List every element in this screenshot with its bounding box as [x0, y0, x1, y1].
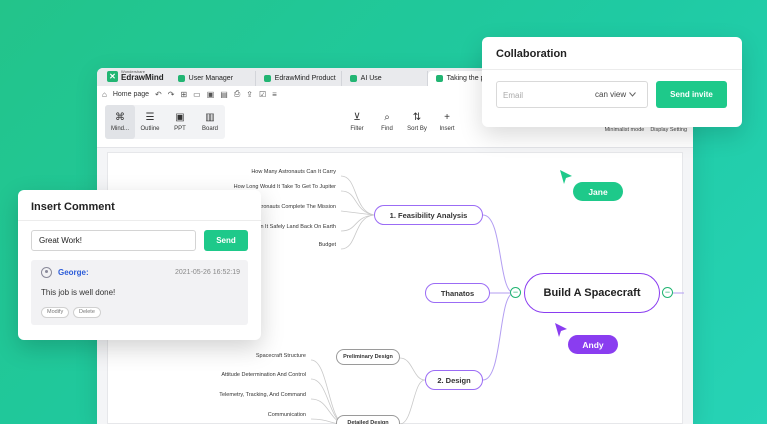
root-node[interactable]: Build A Spacecraft [524, 273, 660, 313]
tab-label: EdrawMind Product [274, 75, 336, 82]
andy-user-tag: Andy [568, 335, 618, 354]
redo-icon[interactable]: ↷ [168, 90, 175, 99]
andy-cursor-icon [555, 323, 567, 337]
collapse-right-icon[interactable]: − [662, 287, 673, 298]
save-as-icon[interactable]: ▤ [220, 90, 228, 99]
leaf-astronauts-carry[interactable]: How Many Astronauts Can It Carry [251, 169, 336, 175]
find-icon: ⌕ [384, 112, 390, 123]
email-input[interactable] [503, 88, 587, 102]
board-icon: ▥ [205, 112, 215, 123]
delete-button[interactable]: Delete [73, 307, 101, 318]
send-comment-button[interactable]: Send [204, 230, 248, 251]
comment-timestamp: 2021-05-26 16:52:19 [175, 269, 240, 276]
view-label: Mind... [110, 126, 129, 132]
leaf-budget[interactable]: Budget [319, 242, 336, 248]
view-label: Outline [140, 126, 160, 132]
leaf-land-back[interactable]: ...n It Safely Land Back On Earth [256, 224, 336, 230]
outline-icon: ☰ [145, 112, 155, 123]
new-icon[interactable]: ⊞ [180, 90, 187, 99]
home-icon[interactable]: ⌂ [102, 90, 107, 99]
edrawmind-logo-icon: ✕ [107, 70, 118, 82]
branch-design[interactable]: 2. Design [425, 370, 483, 390]
comment-text: This job is well done! [41, 288, 116, 297]
branch-feasibility-analysis[interactable]: 1. Feasibility Analysis [374, 205, 483, 225]
brand-name: EdrawMind [121, 73, 164, 82]
divider [482, 69, 742, 70]
view-settings: Minimalist mode Display Setting [605, 127, 687, 133]
save-icon[interactable]: ▣ [207, 90, 215, 99]
leaf-spacecraft-structure[interactable]: Spacecraft Structure [256, 353, 306, 359]
tool-label: Filter [350, 126, 364, 132]
send-invite-button[interactable]: Send invite [656, 81, 727, 108]
insert-button[interactable]: + Insert [432, 105, 462, 139]
tool-label: Find [381, 126, 393, 132]
subnode-preliminary-design[interactable]: Preliminary Design [336, 349, 400, 365]
permission-select[interactable]: can view [595, 90, 637, 99]
tab-label: Taking the p [446, 75, 485, 82]
open-icon[interactable]: ▭ [193, 90, 201, 99]
view-mindmap-button[interactable]: ⌘ Mind... [105, 105, 135, 139]
jane-user-tag: Jane [573, 182, 623, 201]
mindmap-icon: ⌘ [115, 112, 125, 123]
filter-icon: ⊻ [353, 112, 361, 123]
display-setting-link[interactable]: Display Setting [650, 127, 687, 133]
view-label: Board [201, 126, 218, 132]
document-icon [263, 75, 271, 82]
jane-cursor-icon [560, 170, 572, 184]
leaf-telemetry[interactable]: Telemetry, Tracking, And Command [219, 392, 306, 398]
leaf-complete-mission[interactable]: ...Astronauts Complete The Mission [249, 204, 336, 210]
undo-icon[interactable]: ↶ [155, 90, 162, 99]
subnode-detailed-design[interactable]: Detailed Design [336, 415, 400, 424]
comment-author: George: [58, 268, 89, 277]
minimalist-mode-link[interactable]: Minimalist mode [605, 127, 645, 133]
tool-label: Sort By [407, 126, 427, 132]
view-ppt-button[interactable]: ▣ PPT [165, 105, 195, 139]
email-field-wrapper: can view [496, 81, 648, 108]
collaboration-panel: Collaboration can view Send invite [482, 37, 742, 127]
view-switcher: ⌘ Mind... ☰ Outline ▣ PPT ▥ Board [105, 105, 225, 139]
document-icon [435, 75, 443, 82]
check-icon[interactable]: ☑ [259, 90, 266, 99]
branch-thanatos[interactable]: Thanatos [425, 283, 490, 303]
more-icon[interactable]: ≡ [272, 90, 277, 99]
print-icon[interactable]: ⎙ [234, 89, 240, 99]
comment-entry: George: 2021-05-26 16:52:19 This job is … [31, 260, 248, 325]
view-label: PPT [174, 126, 186, 132]
home-page-link[interactable]: Home page [113, 91, 149, 98]
app-logo: ✕ Wondershare EdrawMind [101, 68, 170, 86]
comment-title: Insert Comment [31, 201, 115, 213]
leaf-attitude-control[interactable]: Attitude Determination And Control [221, 372, 306, 378]
view-board-button[interactable]: ▥ Board [195, 105, 225, 139]
sort-by-button[interactable]: ⇅ Sort By [402, 105, 432, 139]
tab-edrawmind-product[interactable]: EdrawMind Product [256, 71, 342, 86]
ppt-icon: ▣ [175, 112, 185, 123]
permission-value: can view [595, 90, 627, 99]
comment-input[interactable] [31, 230, 196, 251]
tab-label: User Manager [188, 75, 234, 82]
view-outline-button[interactable]: ☰ Outline [135, 105, 165, 139]
sort-icon: ⇅ [412, 112, 422, 123]
plus-icon: + [444, 112, 450, 123]
modify-button[interactable]: Modify [41, 307, 70, 318]
divider [18, 220, 261, 221]
leaf-communication[interactable]: Communication [268, 412, 306, 418]
tool-label: Insert [439, 126, 455, 132]
insert-comment-panel: Insert Comment Send George: 2021-05-26 1… [18, 190, 261, 340]
document-icon [349, 75, 357, 82]
chevron-down-icon [629, 92, 637, 97]
user-avatar-icon [41, 267, 52, 278]
collaboration-title: Collaboration [496, 48, 567, 60]
document-icon [177, 75, 185, 82]
tab-user-manager[interactable]: User Manager [170, 71, 256, 86]
tab-ai-use[interactable]: AI Use [342, 71, 428, 86]
collapse-left-icon[interactable]: − [510, 287, 521, 298]
export-icon[interactable]: ⇪ [246, 90, 253, 99]
tool-group: ⊻ Filter ⌕ Find ⇅ Sort By + Insert [342, 105, 462, 139]
tab-label: AI Use [360, 75, 382, 82]
find-button[interactable]: ⌕ Find [372, 105, 402, 139]
filter-button[interactable]: ⊻ Filter [342, 105, 372, 139]
